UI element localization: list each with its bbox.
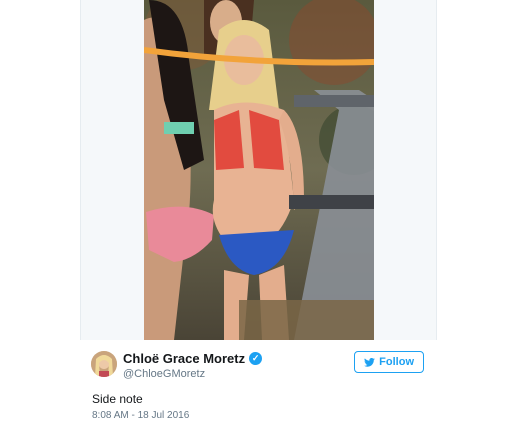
avatar[interactable]	[91, 351, 117, 377]
tweet-photo[interactable]	[144, 0, 374, 340]
follow-button[interactable]: Follow	[354, 351, 424, 373]
tweet-text: Side note	[92, 392, 143, 406]
photo-image	[144, 0, 374, 340]
user-handle[interactable]: @ChloeGMoretz	[123, 368, 205, 380]
tweet-timestamp[interactable]: 8:08 AM - 18 Jul 2016	[92, 410, 189, 421]
follow-label: Follow	[379, 356, 414, 368]
twitter-bird-icon	[364, 357, 376, 367]
verified-badge-icon: ✓	[249, 352, 263, 365]
display-name-row[interactable]: Chloë Grace Moretz ✓	[123, 351, 263, 366]
display-name[interactable]: Chloë Grace Moretz	[123, 351, 245, 366]
avatar-image	[91, 351, 117, 377]
tweet-card: Chloë Grace Moretz ✓ @ChloeGMoretz Follo…	[80, 340, 437, 429]
